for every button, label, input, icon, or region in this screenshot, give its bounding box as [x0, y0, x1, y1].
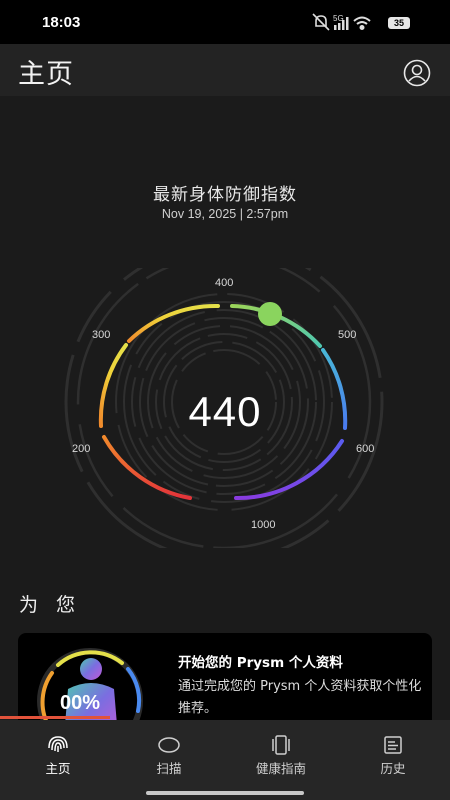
nav-label-health-guide: 健康指南 [255, 761, 306, 776]
tick-200: 200 [72, 443, 91, 455]
section-title-for-you: 为 您 [19, 594, 82, 616]
nav-item-home[interactable]: 主页 [2, 720, 114, 780]
nav-label-home: 主页 [45, 761, 71, 776]
history-icon [384, 736, 402, 754]
score-title: 最新身体防御指数 [153, 185, 297, 205]
battery-icon: 35 [388, 17, 410, 29]
nav-label-scan: 扫描 [156, 761, 182, 776]
nav-item-history[interactable]: 历史 [337, 720, 449, 780]
home-indicator[interactable] [146, 791, 304, 795]
status-time: 18:03 [42, 14, 81, 31]
status-bar: 18:03 5G 35 [0, 0, 450, 44]
gauge-indicator [258, 302, 282, 326]
scan-oval-icon [158, 737, 180, 753]
tick-600: 600 [356, 443, 375, 455]
wifi-icon [353, 16, 371, 30]
tick-400: 400 [215, 277, 234, 289]
thumb-percent: 00% [60, 692, 100, 714]
gauge-value: 440 [188, 388, 262, 435]
card-title: 开始您的 Prysm 个人资料 [178, 655, 343, 671]
fingerprint-icon [48, 736, 68, 752]
user-circle-icon[interactable] [402, 58, 432, 88]
nav-item-scan[interactable]: 扫描 [113, 720, 225, 780]
nav-item-health-guide[interactable]: 健康指南 [225, 720, 337, 780]
card-description: 通过完成您的 Prysm 个人资料获取个性化推荐。 [178, 679, 422, 716]
mute-icon [312, 13, 330, 31]
segment-200 [102, 435, 192, 500]
nav-label-history: 历史 [380, 761, 406, 776]
signal-icon: 5G [333, 14, 349, 30]
bottom-nav: 主页 扫描 健康指南 历史 [0, 720, 450, 800]
tick-300: 300 [92, 329, 111, 341]
tick-1000: 1000 [251, 519, 276, 531]
scroll-progress-indicator [0, 716, 110, 719]
score-date: Nov 19, 2025 | 2:57pm [161, 207, 289, 221]
page-title: 主页 [18, 59, 74, 90]
tick-500: 500 [338, 329, 357, 341]
cards-icon [272, 735, 290, 755]
app-header: 主页 [0, 44, 450, 96]
